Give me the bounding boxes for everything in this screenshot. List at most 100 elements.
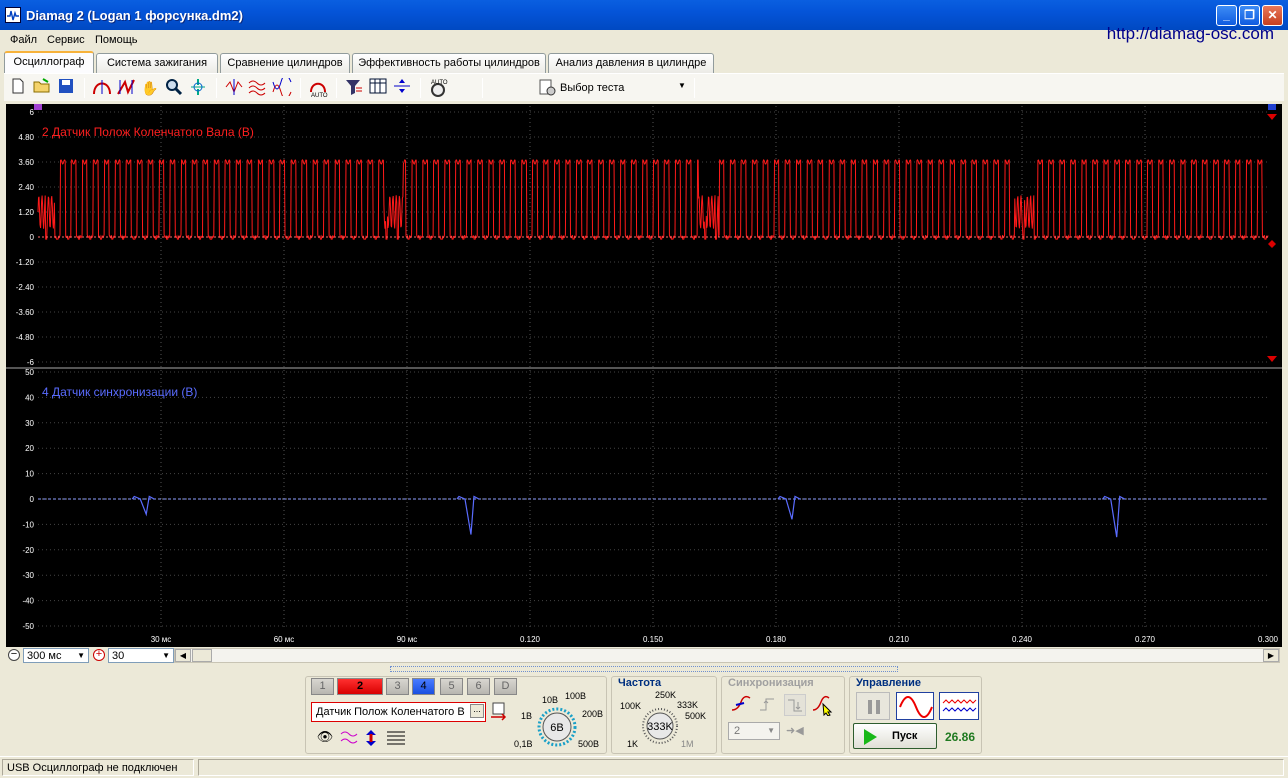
- sync-auto-icon[interactable]: [811, 694, 835, 717]
- x-tick-label: 60 мс: [274, 635, 295, 644]
- sync-edge-up-icon[interactable]: [757, 694, 779, 716]
- channel-button-4[interactable]: 4: [412, 678, 435, 695]
- x-tick-label: 0.120: [520, 635, 541, 644]
- y-tick-label: 0: [30, 233, 35, 242]
- cursor-measure-icon[interactable]: [116, 78, 136, 98]
- sync-edge-down-icon[interactable]: [784, 694, 806, 716]
- overlay-signal-icon[interactable]: [272, 74, 292, 100]
- y-tick-label: -3.60: [16, 308, 35, 317]
- multi-wave-mode-icon[interactable]: [939, 692, 979, 720]
- tab-ignition[interactable]: Система зажигания: [96, 53, 218, 73]
- sync-rising-icon[interactable]: [730, 694, 752, 716]
- channel-button-3[interactable]: 3: [386, 678, 409, 695]
- auto-scale-icon[interactable]: AUTO: [308, 78, 328, 99]
- channel-label: 4 Датчик синхронизации (В): [42, 385, 197, 399]
- website-url[interactable]: http://diamag-osc.com: [1107, 24, 1274, 44]
- sync-title: Синхронизация: [728, 677, 814, 689]
- compress-signal-icon[interactable]: [224, 78, 244, 98]
- filter-icon[interactable]: [344, 78, 364, 98]
- y-tick-label: 3.60: [18, 158, 34, 167]
- test-select-dropdown[interactable]: Выбор теста ▼: [536, 77, 692, 99]
- freq-label-250k: 250K: [655, 690, 676, 700]
- maximize-button[interactable]: ❐: [1239, 5, 1260, 26]
- frequency-knob[interactable]: 250K 100K 333K 500K 1K 1M 333K: [615, 688, 715, 750]
- minimize-button[interactable]: _: [1216, 5, 1237, 26]
- freq-label-1m: 1M: [681, 739, 694, 749]
- invert-signal-icon[interactable]: [340, 729, 358, 747]
- scroll-left-icon[interactable]: ◀: [175, 649, 191, 662]
- sync-channel-select[interactable]: 2 ▼: [728, 722, 780, 740]
- zoom-in-icon[interactable]: +: [93, 649, 105, 661]
- channel-button-2[interactable]: 2: [337, 678, 383, 695]
- tab-cylinder-compare[interactable]: Сравнение цилиндров: [220, 53, 350, 73]
- new-file-icon[interactable]: [8, 78, 28, 98]
- channel-label: 2 Датчик Полож Коленчатого Вала (В): [42, 125, 254, 139]
- tab-cylinder-efficiency[interactable]: Эффективность работы цилиндров: [352, 53, 546, 73]
- y-tick-label: 2.40: [18, 183, 34, 192]
- tab-pressure-analysis[interactable]: Анализ давления в цилиндре: [548, 53, 714, 73]
- menu-file[interactable]: Файл: [10, 34, 37, 46]
- horizontal-scrollbar[interactable]: ◀ ▶: [174, 648, 1280, 663]
- split-icon[interactable]: [392, 78, 412, 98]
- timebase-select[interactable]: 300 мс ▼: [23, 648, 89, 663]
- title-bar: Diamag 2 (Logan 1 форсунка.dm2) _ ❐ ✕: [0, 0, 1288, 30]
- voltage-knob[interactable]: 10В 100В 200В 500В 0,1В 1В 6В: [512, 689, 604, 751]
- menu-help[interactable]: Помощь: [95, 34, 138, 46]
- eye-icon[interactable]: 👁: [316, 729, 334, 747]
- oscilloscope-display[interactable]: 6 4.80 3.60 2.40 1.20 0 -1.20 -2.40 -3.60 -4.80 -6…: [6, 104, 1282, 647]
- sync-center-icon[interactable]: ➜◀: [786, 724, 804, 737]
- status-text: USB Осциллограф не подключен: [2, 759, 194, 776]
- zoom-icon[interactable]: [164, 78, 184, 98]
- sensor-browse-button[interactable]: ...: [470, 704, 484, 718]
- freq-label-333k: 333K: [677, 700, 698, 710]
- scroll-thumb[interactable]: [192, 649, 212, 662]
- reading-value: 26.86: [945, 730, 976, 744]
- table-icon[interactable]: [368, 78, 388, 98]
- svg-text:AUTO: AUTO: [431, 80, 448, 86]
- sensor-swap-icon[interactable]: [489, 702, 509, 722]
- sync-channel-value: 2: [734, 725, 741, 737]
- y-tick-label: 10: [25, 470, 34, 479]
- y-tick-label: 30: [25, 419, 34, 428]
- curve-tool-icon[interactable]: [92, 78, 112, 98]
- tab-oscilloscope[interactable]: Осциллограф: [4, 51, 94, 73]
- timebase-row: − 300 мс ▼ + 30 ▼ ◀ ▶: [6, 647, 1282, 664]
- zoom-select[interactable]: 30 ▼: [108, 648, 174, 663]
- status-bar: USB Осциллограф не подключен: [0, 756, 1288, 778]
- chevron-down-icon: ▼: [77, 651, 85, 660]
- y-tick-label: -50: [22, 622, 34, 631]
- x-tick-label: 0.180: [766, 635, 787, 644]
- volt-label-200: 200В: [582, 709, 603, 719]
- panel-splitter[interactable]: [390, 666, 898, 672]
- x-tick-label: 30 мс: [151, 635, 172, 644]
- multi-signal-icon[interactable]: [248, 78, 268, 98]
- fit-signal-icon[interactable]: [188, 78, 208, 98]
- open-folder-icon[interactable]: [32, 78, 52, 98]
- vertical-scale-icon[interactable]: [362, 729, 380, 747]
- app-icon: [5, 7, 21, 23]
- channel-button-6[interactable]: 6: [467, 678, 490, 695]
- menu-service[interactable]: Сервис: [47, 34, 85, 46]
- auto-settings-icon[interactable]: AUTO: [428, 78, 448, 98]
- start-button[interactable]: Пуск: [853, 723, 937, 749]
- y-tick-label: 0: [30, 495, 35, 504]
- pause-icon[interactable]: [856, 692, 890, 720]
- grid-lines-icon[interactable]: [386, 729, 406, 747]
- sensor-name-field[interactable]: Датчик Полож Коленчатого В: [311, 702, 486, 722]
- scroll-right-icon[interactable]: ▶: [1263, 649, 1279, 662]
- channel-button-1[interactable]: 1: [311, 678, 334, 695]
- x-tick-label: 0.300: [1258, 635, 1279, 644]
- menu-bar: Файл Сервис Помощь: [0, 30, 1288, 50]
- channel-button-5[interactable]: 5: [440, 678, 463, 695]
- y-tick-label: -4.80: [16, 333, 35, 342]
- y-tick-label: -2.40: [16, 283, 35, 292]
- freq-knob-value: 333K: [647, 721, 673, 733]
- zoom-out-icon[interactable]: −: [8, 649, 20, 661]
- save-icon[interactable]: [56, 78, 76, 98]
- volt-label-01: 0,1В: [514, 739, 533, 749]
- close-button[interactable]: ✕: [1262, 5, 1283, 26]
- hand-pan-icon[interactable]: ✋: [140, 78, 160, 98]
- sensor-name: Датчик Полож Коленчатого В: [316, 706, 465, 718]
- x-tick-label: 0.270: [1135, 635, 1156, 644]
- sine-mode-icon[interactable]: [896, 692, 934, 720]
